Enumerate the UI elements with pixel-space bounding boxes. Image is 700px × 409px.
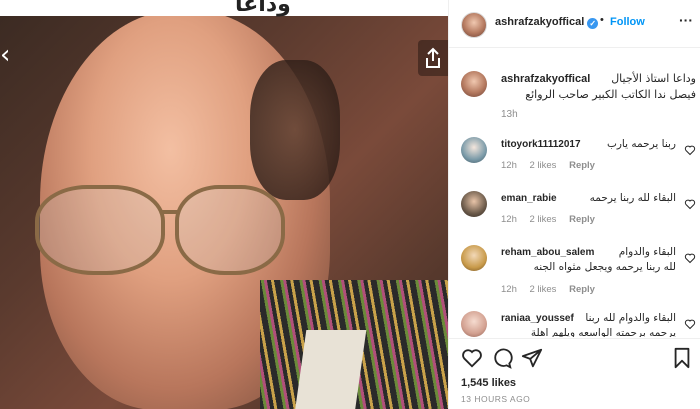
comment-time[interactable]: 12h [501,160,517,171]
caption-line-1: وداعا استاذ الأجيال [611,72,696,85]
glasses-right-lens [175,185,285,275]
comment-likes[interactable]: 2 likes [530,214,557,225]
comment-meta: 12h 2 likes Reply [501,214,605,225]
likes-count[interactable]: 1,545 likes [461,377,516,389]
like-comment-heart-icon[interactable] [684,252,696,264]
comments-list[interactable]: ashrafzakyoffical وداعا استاذ الأجيال في… [449,49,700,337]
comment-text-line-2: لله ربنا يرحمه ويجعل مثواه الجنه [533,261,676,273]
comment-avatar[interactable] [461,137,487,163]
comment-meta: 12h 2 likes Reply [501,284,605,295]
comment-avatar[interactable] [461,245,487,271]
header-separator: • [600,14,604,26]
reply-button[interactable]: Reply [569,160,595,171]
comment-text-line-2: يرحمه برحمته الواسعه ويلهم اهلة [530,327,676,337]
comment-item: raniaa_youssef البقاء والدوام لله ربنا ي… [461,305,696,337]
like-comment-heart-icon[interactable] [684,144,696,156]
comment-item: reham_abou_salem البقاء والدوام لله ربنا… [461,239,696,303]
reply-button[interactable]: Reply [569,214,595,225]
save-bookmark-icon[interactable] [671,347,693,369]
comment-time[interactable]: 12h [501,284,517,295]
comment-likes[interactable]: 2 likes [530,284,557,295]
portrait-collar [293,330,367,409]
post-timestamp[interactable]: 13 HOURS AGO [461,394,530,404]
comment-username[interactable]: eman_rabie [501,193,557,204]
post-actions: 1,545 likes 13 HOURS AGO [449,338,700,409]
author-username[interactable]: ashrafzakyoffical ✓ [495,16,599,29]
author-username-text[interactable]: ashrafzakyoffical [495,16,584,28]
comment-text: ربنا يرحمه يارب [606,138,676,150]
caption-line-2: فيصل ندا الكاتب الكبير صاحب الروائع [525,88,696,101]
caption-time[interactable]: 13h [501,109,518,120]
post-header: ashrafzakyoffical ✓ • Follow ··· [449,0,700,48]
photo-top-caption: وداعا [0,0,448,17]
like-heart-icon[interactable] [461,347,483,369]
comment-meta: 12h 2 likes Reply [501,160,605,171]
post-photo[interactable]: وداعا ‹ [0,0,448,409]
like-comment-heart-icon[interactable] [684,318,696,330]
like-comment-heart-icon[interactable] [684,198,696,210]
verified-badge-icon: ✓ [587,18,599,29]
post-viewer: وداعا ‹ ashrafzakyoffical ✓ • Follow ··· … [0,0,700,409]
comment-username[interactable]: reham_abou_salem [501,247,594,258]
send-paper-plane-icon[interactable] [521,347,543,369]
reply-button[interactable]: Reply [569,284,595,295]
comment-bubble-icon[interactable] [491,347,513,369]
glasses-left-lens [35,185,165,275]
post-sidebar: ashrafzakyoffical ✓ • Follow ··· ashrafza… [448,0,700,409]
caption-avatar[interactable] [461,71,487,97]
comment-username[interactable]: titoyork11112017 [501,139,581,150]
comment-text: البقاء والدوام [618,246,676,258]
photo-top-caption-text: وداعا [235,0,291,17]
comment-avatar[interactable] [461,191,487,217]
comment-text: البقاء والدوام لله ربنا [585,312,676,324]
share-icon [426,47,440,68]
comment-username[interactable]: raniaa_youssef [501,313,574,324]
share-button[interactable] [418,40,448,76]
follow-button[interactable]: Follow [610,16,645,28]
comment-item: titoyork11112017 ربنا يرحمه يارب 12h 2 l… [461,131,696,189]
previous-arrow-icon[interactable]: ‹ [0,40,14,70]
comment-likes[interactable]: 2 likes [530,160,557,171]
more-options-icon[interactable]: ··· [679,12,693,28]
caption-username[interactable]: ashrafzakyoffical [501,73,590,85]
portrait-hair [250,60,340,200]
glasses-bridge [162,210,180,214]
comment-text: البقاء لله ربنا يرحمه [589,192,676,204]
comment-time[interactable]: 12h [501,214,517,225]
comment-item: eman_rabie البقاء لله ربنا يرحمه 12h 2 l… [461,185,696,243]
author-avatar[interactable] [461,12,487,38]
comment-avatar[interactable] [461,311,487,337]
